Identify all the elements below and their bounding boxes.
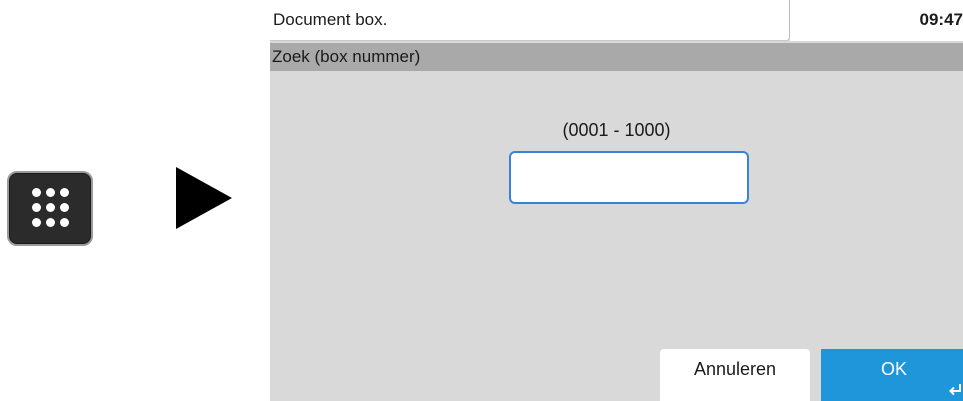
ok-button[interactable]: OK xyxy=(821,349,963,401)
keypad-dot xyxy=(60,218,69,227)
keypad-dot xyxy=(32,188,41,197)
keypad-dot xyxy=(32,203,41,212)
header-status: 09:47 xyxy=(790,0,963,41)
enter-return-icon xyxy=(949,384,961,396)
keypad-dot xyxy=(46,218,55,227)
header-tab: Document box. xyxy=(270,0,790,41)
keypad-dot xyxy=(60,188,69,197)
arrow-right-icon xyxy=(176,167,232,229)
keypad-dot xyxy=(32,218,41,227)
subheader-bar: Zoek (box nummer) xyxy=(270,43,963,71)
keypad-dot xyxy=(46,188,55,197)
range-hint-text: (0001 - 1000) xyxy=(562,120,671,140)
cancel-button[interactable]: Annuleren xyxy=(660,349,810,401)
ok-button-label: OK xyxy=(881,359,908,379)
clock-time: 09:47 xyxy=(919,10,963,29)
keypad-dot xyxy=(60,203,69,212)
range-hint: (0001 - 1000) xyxy=(270,120,963,141)
keypad-dot xyxy=(46,203,55,212)
subheader-title: Zoek (box nummer) xyxy=(272,47,421,66)
keypad-key-icon[interactable] xyxy=(7,171,93,246)
device-screen: Document box. 09:47 Zoek (box nummer) (0… xyxy=(270,0,963,401)
header-title: Document box. xyxy=(273,10,388,29)
box-number-input[interactable] xyxy=(509,151,749,204)
cancel-button-label: Annuleren xyxy=(693,359,777,379)
